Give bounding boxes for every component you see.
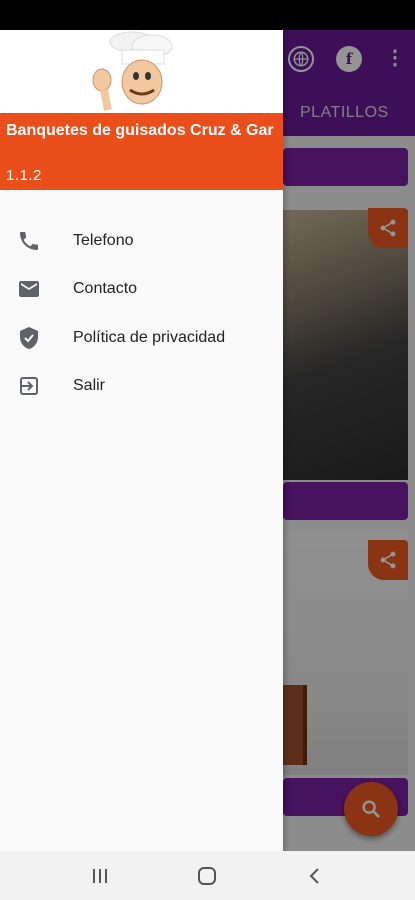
mail-icon	[19, 281, 39, 297]
phone-icon	[20, 232, 38, 250]
home-icon	[198, 867, 216, 885]
back-icon	[309, 868, 319, 884]
menu-item-contacto[interactable]: Contacto	[0, 265, 283, 313]
back-button[interactable]	[300, 863, 330, 889]
recent-apps-button[interactable]	[85, 863, 115, 889]
menu-item-salir[interactable]: Salir	[0, 362, 283, 410]
home-button[interactable]	[192, 863, 222, 889]
app-version: 1.1.2	[6, 167, 42, 184]
shield-icon	[20, 327, 38, 349]
menu-label: Telefono	[73, 232, 134, 249]
navigation-drawer: Banquetes de guisados Cruz & Gar 1.1.2 T…	[0, 30, 283, 851]
menu-item-politica-de-privacidad[interactable]: Política de privacidad	[0, 314, 283, 362]
system-navigation-bar	[0, 851, 415, 900]
recent-apps-icon	[93, 869, 107, 883]
menu-label: Contacto	[73, 280, 138, 297]
app-title: Banquetes de guisados Cruz & Gar	[6, 122, 274, 139]
menu-label: Política de privacidad	[73, 329, 226, 346]
drawer-header: Banquetes de guisados Cruz & Gar 1.1.2	[0, 30, 283, 190]
menu-item-telefono[interactable]: Telefono	[0, 217, 283, 265]
menu-label: Salir	[73, 377, 106, 394]
status-bar	[0, 0, 415, 30]
exit-icon	[20, 377, 38, 395]
